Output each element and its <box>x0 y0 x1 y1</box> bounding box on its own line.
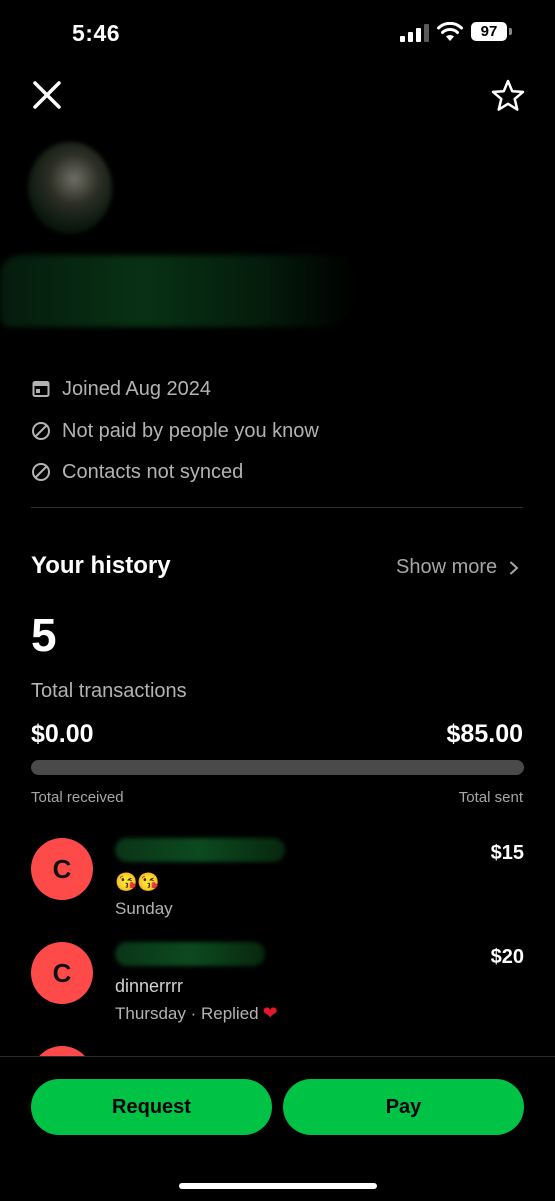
profile-avatar <box>28 142 112 234</box>
transaction-amount: $15 <box>490 842 524 864</box>
show-more-link[interactable]: Show more <box>396 556 519 579</box>
profile-name-redacted <box>0 255 360 327</box>
contact-avatar: C <box>31 838 93 900</box>
total-transactions-label: Total transactions <box>31 680 187 702</box>
total-sent-label: Total sent <box>458 789 523 806</box>
transaction-meta: Sunday <box>115 899 173 918</box>
transaction-note: 😘😘 <box>115 872 160 892</box>
favorite-star-icon[interactable] <box>490 78 526 114</box>
divider <box>31 507 523 508</box>
wifi-icon <box>437 22 463 41</box>
contact-name-redacted <box>115 838 285 862</box>
status-time: 5:46 <box>72 20 121 46</box>
transaction-note: dinnerrrr <box>115 976 184 996</box>
battery-level: 97 <box>471 22 507 41</box>
contact-avatar: C <box>31 942 93 1004</box>
info-joined: Joined Aug 2024 <box>31 376 211 402</box>
received-sent-bar <box>31 760 524 775</box>
transaction-meta: Thursday · Replied ❤ <box>115 1003 278 1024</box>
info-contacts: Contacts not synced <box>31 459 243 485</box>
history-title: Your history <box>31 552 171 579</box>
heart-icon: ❤ <box>262 1003 278 1023</box>
chevron-right-icon <box>510 561 519 574</box>
show-more-label: Show more <box>396 556 498 578</box>
transaction-meta-text: Thursday · Replied <box>115 1004 259 1023</box>
transaction-row[interactable]: C $15 😘😘 Sunday <box>31 838 524 928</box>
prohibited-icon <box>32 463 50 481</box>
status-bar: 5:46 97 <box>0 0 555 70</box>
transaction-amount: $20 <box>490 946 524 968</box>
info-not-paid: Not paid by people you know <box>31 418 319 444</box>
calendar-icon <box>32 381 50 397</box>
battery-icon: 97 <box>471 22 515 43</box>
info-contacts-text: Contacts not synced <box>62 460 244 483</box>
info-not-paid-text: Not paid by people you know <box>62 419 319 442</box>
total-sent-amount: $85.00 <box>446 720 523 748</box>
contact-name-redacted <box>115 942 265 966</box>
cellular-signal-icon <box>400 24 429 42</box>
prohibited-icon <box>32 422 50 440</box>
transaction-row[interactable]: C $20 dinnerrrr Thursday · Replied ❤ <box>31 942 524 1032</box>
close-icon[interactable] <box>30 78 64 112</box>
request-button[interactable]: Request <box>31 1079 272 1135</box>
total-received-amount: $0.00 <box>31 720 94 748</box>
total-received-label: Total received <box>31 789 124 806</box>
total-transactions-count: 5 <box>31 609 57 661</box>
home-indicator <box>179 1183 377 1189</box>
info-joined-text: Joined Aug 2024 <box>62 377 212 400</box>
pay-button[interactable]: Pay <box>283 1079 524 1135</box>
